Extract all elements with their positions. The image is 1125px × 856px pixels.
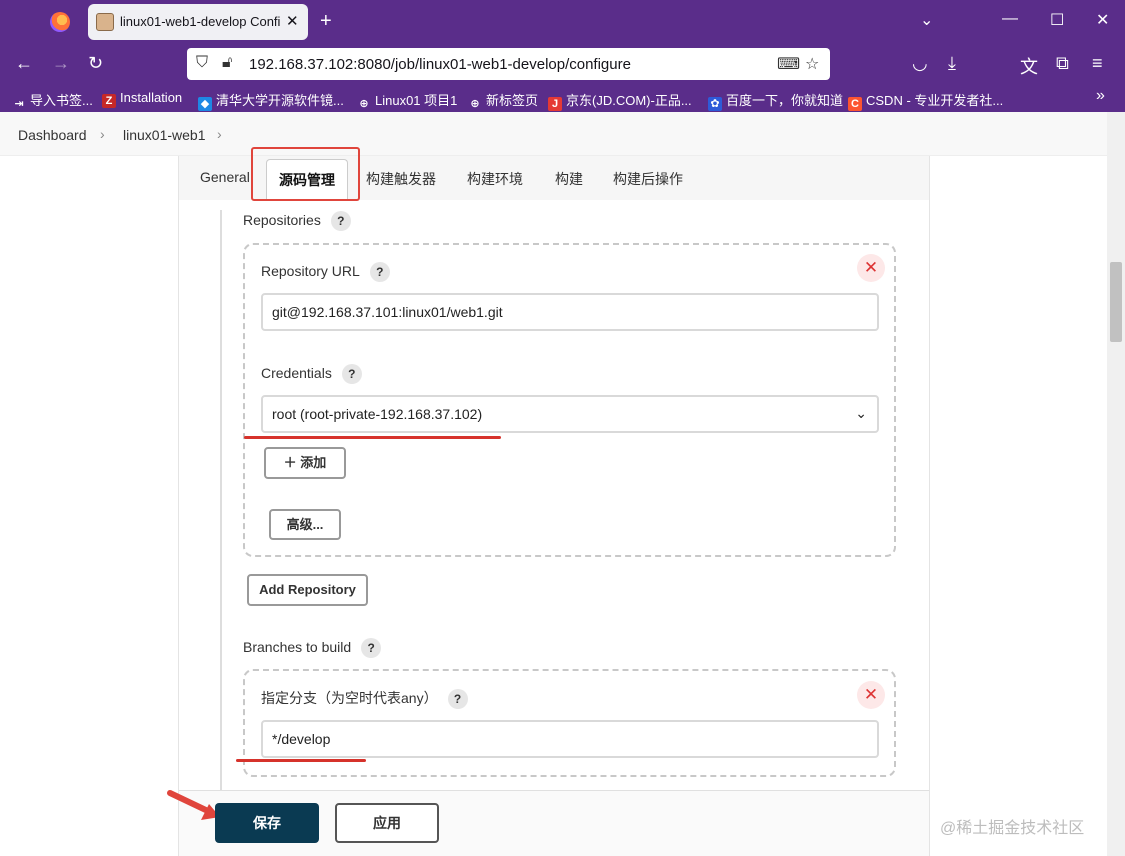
close-tab-icon[interactable]: ✕ bbox=[286, 12, 299, 30]
tab-build-triggers[interactable]: 构建触发器 bbox=[366, 169, 436, 189]
jd-icon: J bbox=[548, 97, 562, 111]
translate-icon[interactable]: ⌨ bbox=[777, 54, 800, 74]
chevron-down-icon[interactable]: ⌄ bbox=[920, 10, 933, 30]
bookmark-item[interactable]: C CSDN - 专业开发者社... bbox=[848, 90, 1003, 111]
tab-general[interactable]: General bbox=[200, 169, 250, 185]
back-icon[interactable]: ← bbox=[15, 53, 33, 74]
plus-icon: ＋ bbox=[283, 455, 301, 470]
firefox-logo-icon bbox=[50, 12, 70, 32]
help-icon[interactable]: ? bbox=[341, 364, 362, 384]
csdn-icon: C bbox=[848, 97, 862, 111]
jenkins-favicon-icon bbox=[96, 13, 114, 31]
browser-titlebar: linux01-web1-develop Config ✕ + ⌄ — ☐ ✕ bbox=[0, 0, 1125, 44]
left-gutter bbox=[0, 156, 178, 856]
menu-icon[interactable]: ≡ bbox=[1092, 53, 1103, 74]
forward-icon[interactable]: → bbox=[52, 53, 70, 74]
download-icon[interactable]: ⤓ bbox=[948, 53, 956, 74]
branch-spec-input[interactable]: */develop bbox=[261, 720, 879, 758]
bookmarks-bar: ⇥ 导入书签... Z Installation ◆ 清华大学开源软件镜... ⊕ Li… bbox=[0, 84, 1125, 112]
bookmark-item[interactable]: Z Installation bbox=[102, 90, 182, 108]
save-button[interactable]: 保存 bbox=[215, 803, 319, 843]
browser-navbar: ← → ↻ ⛉ 🔓︎ 192.168.37.102:8080/job/linux… bbox=[0, 44, 1125, 84]
add-credentials-button[interactable]: ＋ 添加 bbox=[264, 447, 346, 479]
shield-icon: ⛉ bbox=[196, 54, 209, 71]
chevron-down-icon: ⌄ bbox=[855, 405, 867, 421]
apply-button[interactable]: 应用 bbox=[335, 803, 439, 843]
advanced-button[interactable]: 高级... bbox=[269, 509, 341, 540]
credentials-value: root (root-private-192.168.37.102) bbox=[272, 406, 483, 422]
repo-url-input[interactable]: git@192.168.37.101:linux01/web1.git bbox=[261, 293, 879, 331]
repo-url-label: Repository URL? bbox=[261, 262, 390, 282]
breadcrumb-job[interactable]: linux01-web1 bbox=[123, 127, 206, 143]
close-window-icon[interactable]: ✕ bbox=[1096, 10, 1109, 30]
right-gutter bbox=[930, 156, 1107, 856]
scrollbar-thumb[interactable] bbox=[1110, 262, 1122, 342]
browser-tab[interactable]: linux01-web1-develop Config ✕ bbox=[88, 4, 308, 40]
bookmark-item[interactable]: ◆ 清华大学开源软件镜... bbox=[198, 90, 344, 111]
credentials-select[interactable]: root (root-private-192.168.37.102) ⌄ bbox=[261, 395, 879, 433]
watermark: @稀土掘金技术社区 bbox=[940, 820, 1085, 837]
baidu-icon: ✿ bbox=[708, 97, 722, 111]
branches-label: Branches to build? bbox=[243, 638, 382, 658]
address-bar[interactable]: ⛉ 🔓︎ 192.168.37.102:8080/job/linux01-web… bbox=[187, 48, 830, 80]
bookmark-item[interactable]: ⇥ 导入书签... bbox=[12, 90, 92, 111]
bookmark-item[interactable]: ⊕ Linux01 项目1 bbox=[357, 90, 457, 111]
bookmark-item[interactable]: ✿ 百度一下，你就知道 bbox=[708, 90, 843, 111]
tab-title: linux01-web1-develop Config bbox=[120, 14, 280, 29]
highlight-box bbox=[251, 147, 360, 201]
bookmarks-overflow-icon[interactable]: » bbox=[1096, 87, 1105, 105]
branch-spec-label: 指定分支（为空时代表any）? bbox=[261, 688, 468, 709]
help-icon[interactable]: ? bbox=[447, 689, 468, 709]
reload-icon[interactable]: ↻ bbox=[88, 53, 103, 74]
url-text: 192.168.37.102:8080/job/linux01-web1-dev… bbox=[249, 56, 631, 73]
annotation-underline bbox=[236, 759, 366, 762]
globe-icon: ⊕ bbox=[470, 98, 480, 110]
tab-post-build[interactable]: 构建后操作 bbox=[613, 169, 683, 189]
import-icon: ⇥ bbox=[14, 98, 24, 110]
tsinghua-icon: ◆ bbox=[198, 97, 212, 111]
add-repository-button[interactable]: Add Repository bbox=[247, 574, 368, 606]
delete-branch-icon[interactable]: ✕ bbox=[857, 681, 885, 709]
installation-icon: Z bbox=[102, 94, 116, 108]
tab-build[interactable]: 构建 bbox=[555, 169, 583, 189]
chevron-right-icon: › bbox=[217, 126, 222, 142]
pocket-icon[interactable]: ◡ bbox=[912, 53, 928, 74]
delete-repository-icon[interactable]: ✕ bbox=[857, 254, 885, 282]
bookmark-star-icon[interactable]: ☆ bbox=[805, 54, 819, 74]
insecure-lock-icon: 🔓︎ bbox=[222, 54, 233, 71]
bookmark-item[interactable]: ⊕ 新标签页 bbox=[468, 90, 538, 111]
globe-icon: ⊕ bbox=[359, 98, 369, 110]
repositories-label: Repositories? bbox=[243, 211, 351, 231]
maximize-icon[interactable]: ☐ bbox=[1050, 10, 1064, 30]
extensions-icon[interactable]: ⧉ bbox=[1056, 53, 1069, 74]
help-icon[interactable]: ? bbox=[330, 211, 351, 231]
help-icon[interactable]: ? bbox=[369, 262, 390, 282]
help-icon[interactable]: ? bbox=[361, 638, 382, 658]
breadcrumb-dashboard[interactable]: Dashboard bbox=[18, 127, 87, 143]
chevron-right-icon: › bbox=[100, 126, 105, 142]
translate-ext-icon[interactable]: 文 bbox=[1020, 53, 1038, 79]
new-tab-icon[interactable]: + bbox=[320, 10, 332, 33]
breadcrumb: Dashboard › linux01-web1 › bbox=[0, 112, 1107, 156]
section-indent-line bbox=[220, 210, 222, 790]
tab-build-environment[interactable]: 构建环境 bbox=[467, 169, 523, 189]
annotation-underline bbox=[244, 436, 501, 439]
scrollbar-track[interactable] bbox=[1107, 112, 1125, 856]
credentials-label: Credentials? bbox=[261, 364, 362, 384]
minimize-icon[interactable]: — bbox=[1002, 10, 1018, 28]
bookmark-item[interactable]: J 京东(JD.COM)-正品... bbox=[548, 90, 692, 111]
